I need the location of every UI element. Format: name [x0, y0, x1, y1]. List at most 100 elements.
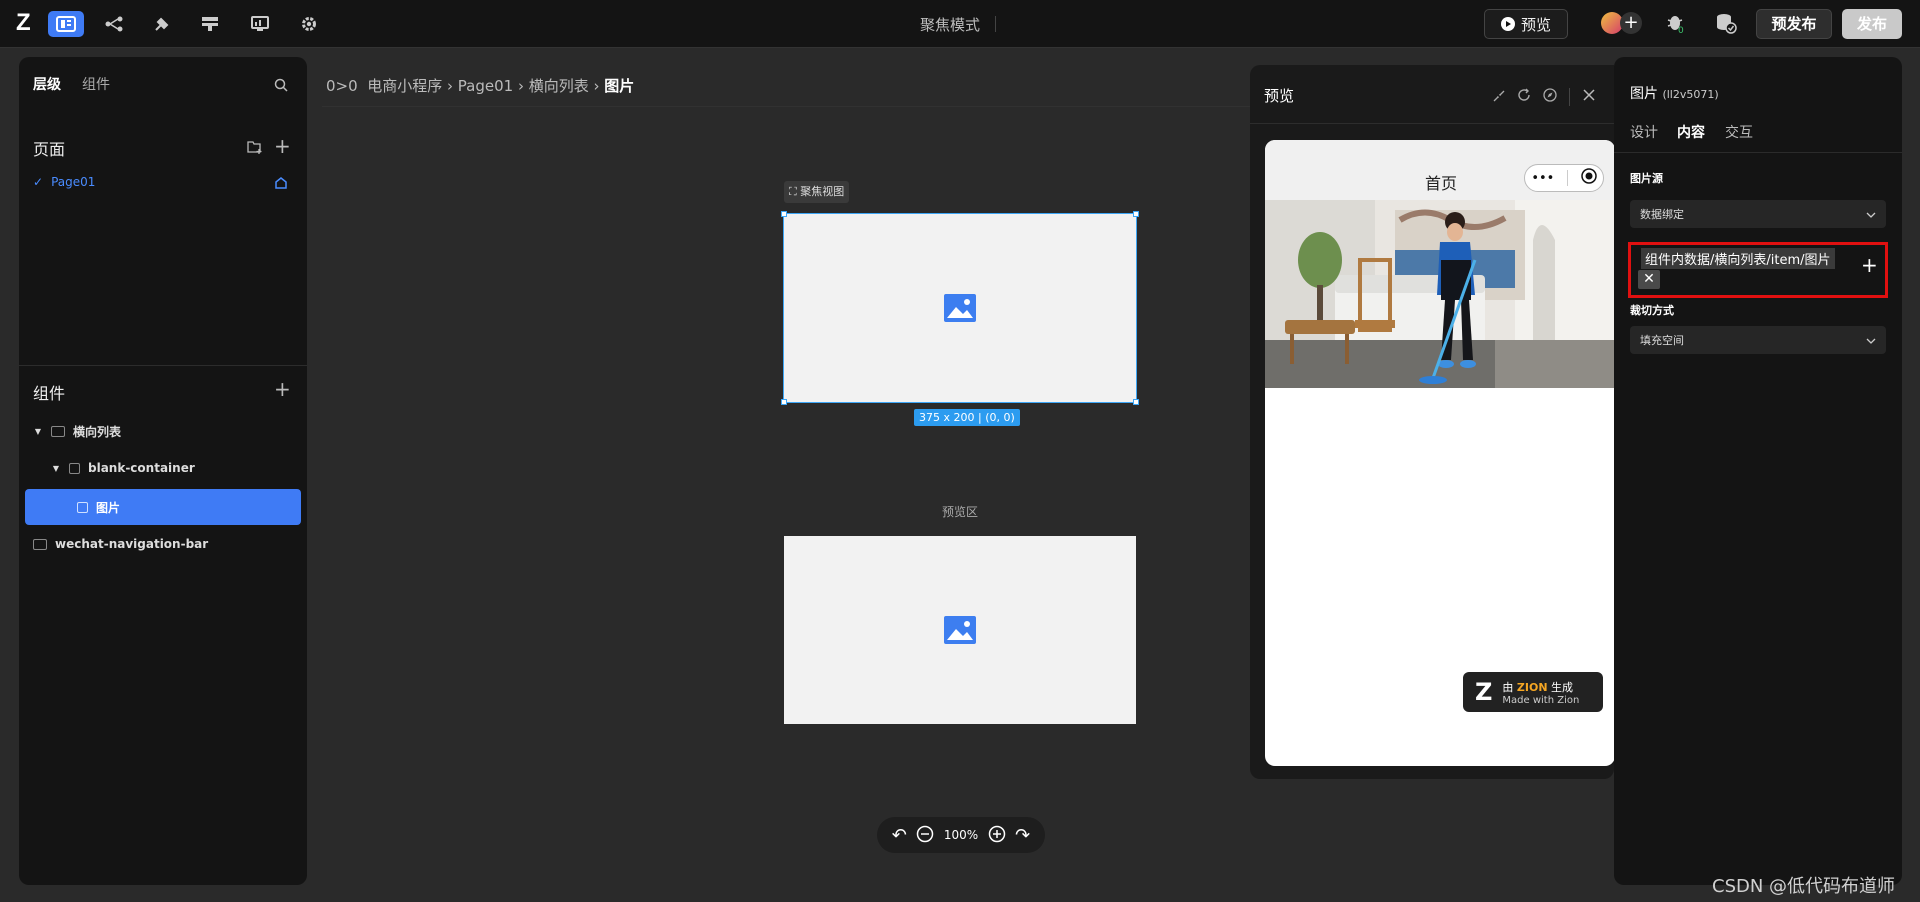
play-icon [1500, 17, 1515, 31]
svg-text:0: 0 [1678, 26, 1684, 34]
breadcrumb-item[interactable]: 电商小程序 [367, 77, 442, 95]
publish-button[interactable]: 发布 [1842, 9, 1902, 39]
resize-handle[interactable] [781, 399, 787, 405]
zoom-in-icon[interactable] [988, 825, 1006, 846]
binding-chip: 组件内数据/横向列表/item/图片 [1641, 248, 1835, 269]
divider [19, 365, 307, 366]
close-miniprogram-icon[interactable] [1580, 168, 1597, 188]
preview-area-label: 预览区 [942, 505, 979, 519]
divider [1614, 152, 1902, 153]
tree-item-image[interactable]: 图片 [25, 489, 301, 525]
tab-layers[interactable]: 层级 [33, 74, 61, 94]
debug-bug-icon[interactable]: 0 [1666, 12, 1688, 36]
close-icon[interactable] [1582, 87, 1596, 106]
list-component-icon [51, 425, 65, 437]
zoom-level: 100% [943, 828, 979, 842]
tab-content[interactable]: 内容 [1677, 122, 1705, 142]
data-binding-field[interactable]: 组件内数据/横向列表/item/图片 ✕ + [1628, 242, 1888, 298]
add-component-icon[interactable]: + [274, 377, 291, 401]
component-name: 图片 [1630, 86, 1658, 102]
made-with-zion-badge[interactable]: Z 由 ZION 生成 Made with Zion [1463, 672, 1603, 712]
focus-view-icon: ⛶ [789, 185, 797, 198]
preview-button[interactable]: 预览 [1484, 9, 1568, 39]
add-collaborator-icon[interactable]: + [1620, 12, 1642, 34]
crop-mode-select[interactable]: 填充空间 [1630, 326, 1886, 354]
resize-handle[interactable] [781, 211, 787, 217]
preview-button-label: 预览 [1520, 15, 1551, 34]
add-page-icon[interactable]: + [274, 134, 291, 158]
tree-item-horizontal-list[interactable]: ▼ 横向列表 [25, 413, 301, 449]
search-icon[interactable] [274, 77, 288, 96]
resize-handle[interactable] [1133, 211, 1139, 217]
add-page-folder-icon[interactable] [247, 139, 263, 158]
tab-interaction[interactable]: 交互 [1725, 122, 1753, 142]
select-value: 数据绑定 [1640, 208, 1684, 221]
select-value: 填充空间 [1640, 334, 1684, 347]
chevron-down-icon [1866, 334, 1876, 347]
plugin-tool-icon[interactable] [144, 11, 180, 37]
zoom-out-icon[interactable] [916, 825, 934, 846]
layers-panel: 层级 组件 页面 + ✓ Page01 组件 + ▼ 横向列表 ▼ blank-… [19, 57, 307, 885]
breadcrumb-item[interactable]: 横向列表 [529, 77, 589, 95]
compass-icon[interactable] [1543, 87, 1557, 106]
focus-view-label: 聚焦视图 [800, 185, 845, 198]
refresh-icon[interactable] [1517, 87, 1531, 106]
badge-brand: ZION [1516, 680, 1548, 694]
page-item-page01[interactable]: ✓ Page01 [33, 175, 95, 189]
divider [1250, 123, 1614, 124]
image-placeholder-icon [944, 616, 976, 644]
undo-icon[interactable]: ↶ [892, 825, 907, 846]
collapse-caret-icon[interactable]: ▼ [51, 464, 61, 473]
badge-by: 由 [1502, 680, 1514, 694]
chevron-down-icon [1866, 208, 1876, 221]
resize-handle[interactable] [1133, 399, 1139, 405]
preview-panel-title: 预览 [1264, 87, 1295, 105]
collapse-caret-icon[interactable]: ▼ [33, 427, 43, 436]
tree-item-blank-container[interactable]: ▼ blank-container [25, 450, 301, 486]
tab-components[interactable]: 组件 [82, 74, 110, 94]
tab-design[interactable]: 设计 [1630, 122, 1658, 142]
focus-view-button[interactable]: ⛶ 聚焦视图 [784, 181, 850, 203]
mode-title: 聚焦模式 [920, 16, 981, 34]
divider [322, 106, 1252, 107]
divider [1569, 87, 1570, 106]
breadcrumb-root[interactable]: 0>0 [326, 77, 358, 95]
add-binding-icon[interactable]: + [1861, 253, 1878, 277]
tree-item-label: wechat-navigation-bar [55, 537, 209, 551]
component-id: (ll2v5071) [1662, 88, 1719, 101]
layout-tool-icon[interactable] [48, 11, 84, 37]
phone-page-title: 首页 [1425, 174, 1458, 193]
collapse-icon[interactable] [1493, 87, 1505, 106]
dashboard-tool-icon[interactable] [242, 11, 278, 37]
flow-tool-icon[interactable] [96, 11, 132, 37]
selected-image-component[interactable] [783, 213, 1137, 403]
tree-item-label: blank-container [88, 461, 195, 475]
tree-item-label: 图片 [96, 500, 121, 515]
zoom-toolbar: ↶ 100% ↷ [877, 817, 1045, 853]
redo-icon[interactable]: ↷ [1015, 825, 1030, 846]
properties-panel: 图片 (ll2v5071) 设计 内容 交互 图片源 数据绑定 组件内数据/横向… [1614, 57, 1902, 885]
remove-binding-close-icon[interactable]: ✕ [1638, 270, 1660, 289]
data-tool-icon[interactable] [192, 11, 228, 37]
watermark-text: CSDN @低代码布道师 [1712, 876, 1896, 897]
badge-line1: 由 ZION 生成 [1502, 679, 1579, 695]
more-dots-icon[interactable]: ••• [1531, 171, 1554, 186]
zion-logo[interactable]: Z [16, 10, 38, 36]
phone-navigation-bar: 首页 ••• [1265, 140, 1615, 200]
database-check-icon[interactable] [1715, 12, 1737, 36]
home-page-icon[interactable] [274, 175, 288, 194]
prepublish-button[interactable]: 预发布 [1756, 9, 1832, 39]
breadcrumb-item[interactable]: Page01 [458, 77, 513, 95]
badge-subtitle: Made with Zion [1502, 694, 1580, 706]
wechat-capsule-button[interactable]: ••• [1524, 164, 1604, 192]
phone-preview: 首页 ••• Z 由 ZION 生成 Made with Zion [1265, 140, 1615, 766]
page-label: Page01 [51, 175, 96, 189]
preview-image-component[interactable] [784, 536, 1136, 724]
settings-gear-icon[interactable] [291, 11, 327, 37]
preview-toolbar [1493, 87, 1596, 106]
tree-item-wechat-navigation-bar[interactable]: wechat-navigation-bar [25, 526, 301, 562]
badge-gen: 生成 [1551, 680, 1574, 694]
component-title: 图片 (ll2v5071) [1630, 83, 1719, 103]
image-source-select[interactable]: 数据绑定 [1630, 200, 1886, 228]
top-bar: Z 聚焦模式 预览 + 0 预发布 发布 [0, 0, 1920, 48]
